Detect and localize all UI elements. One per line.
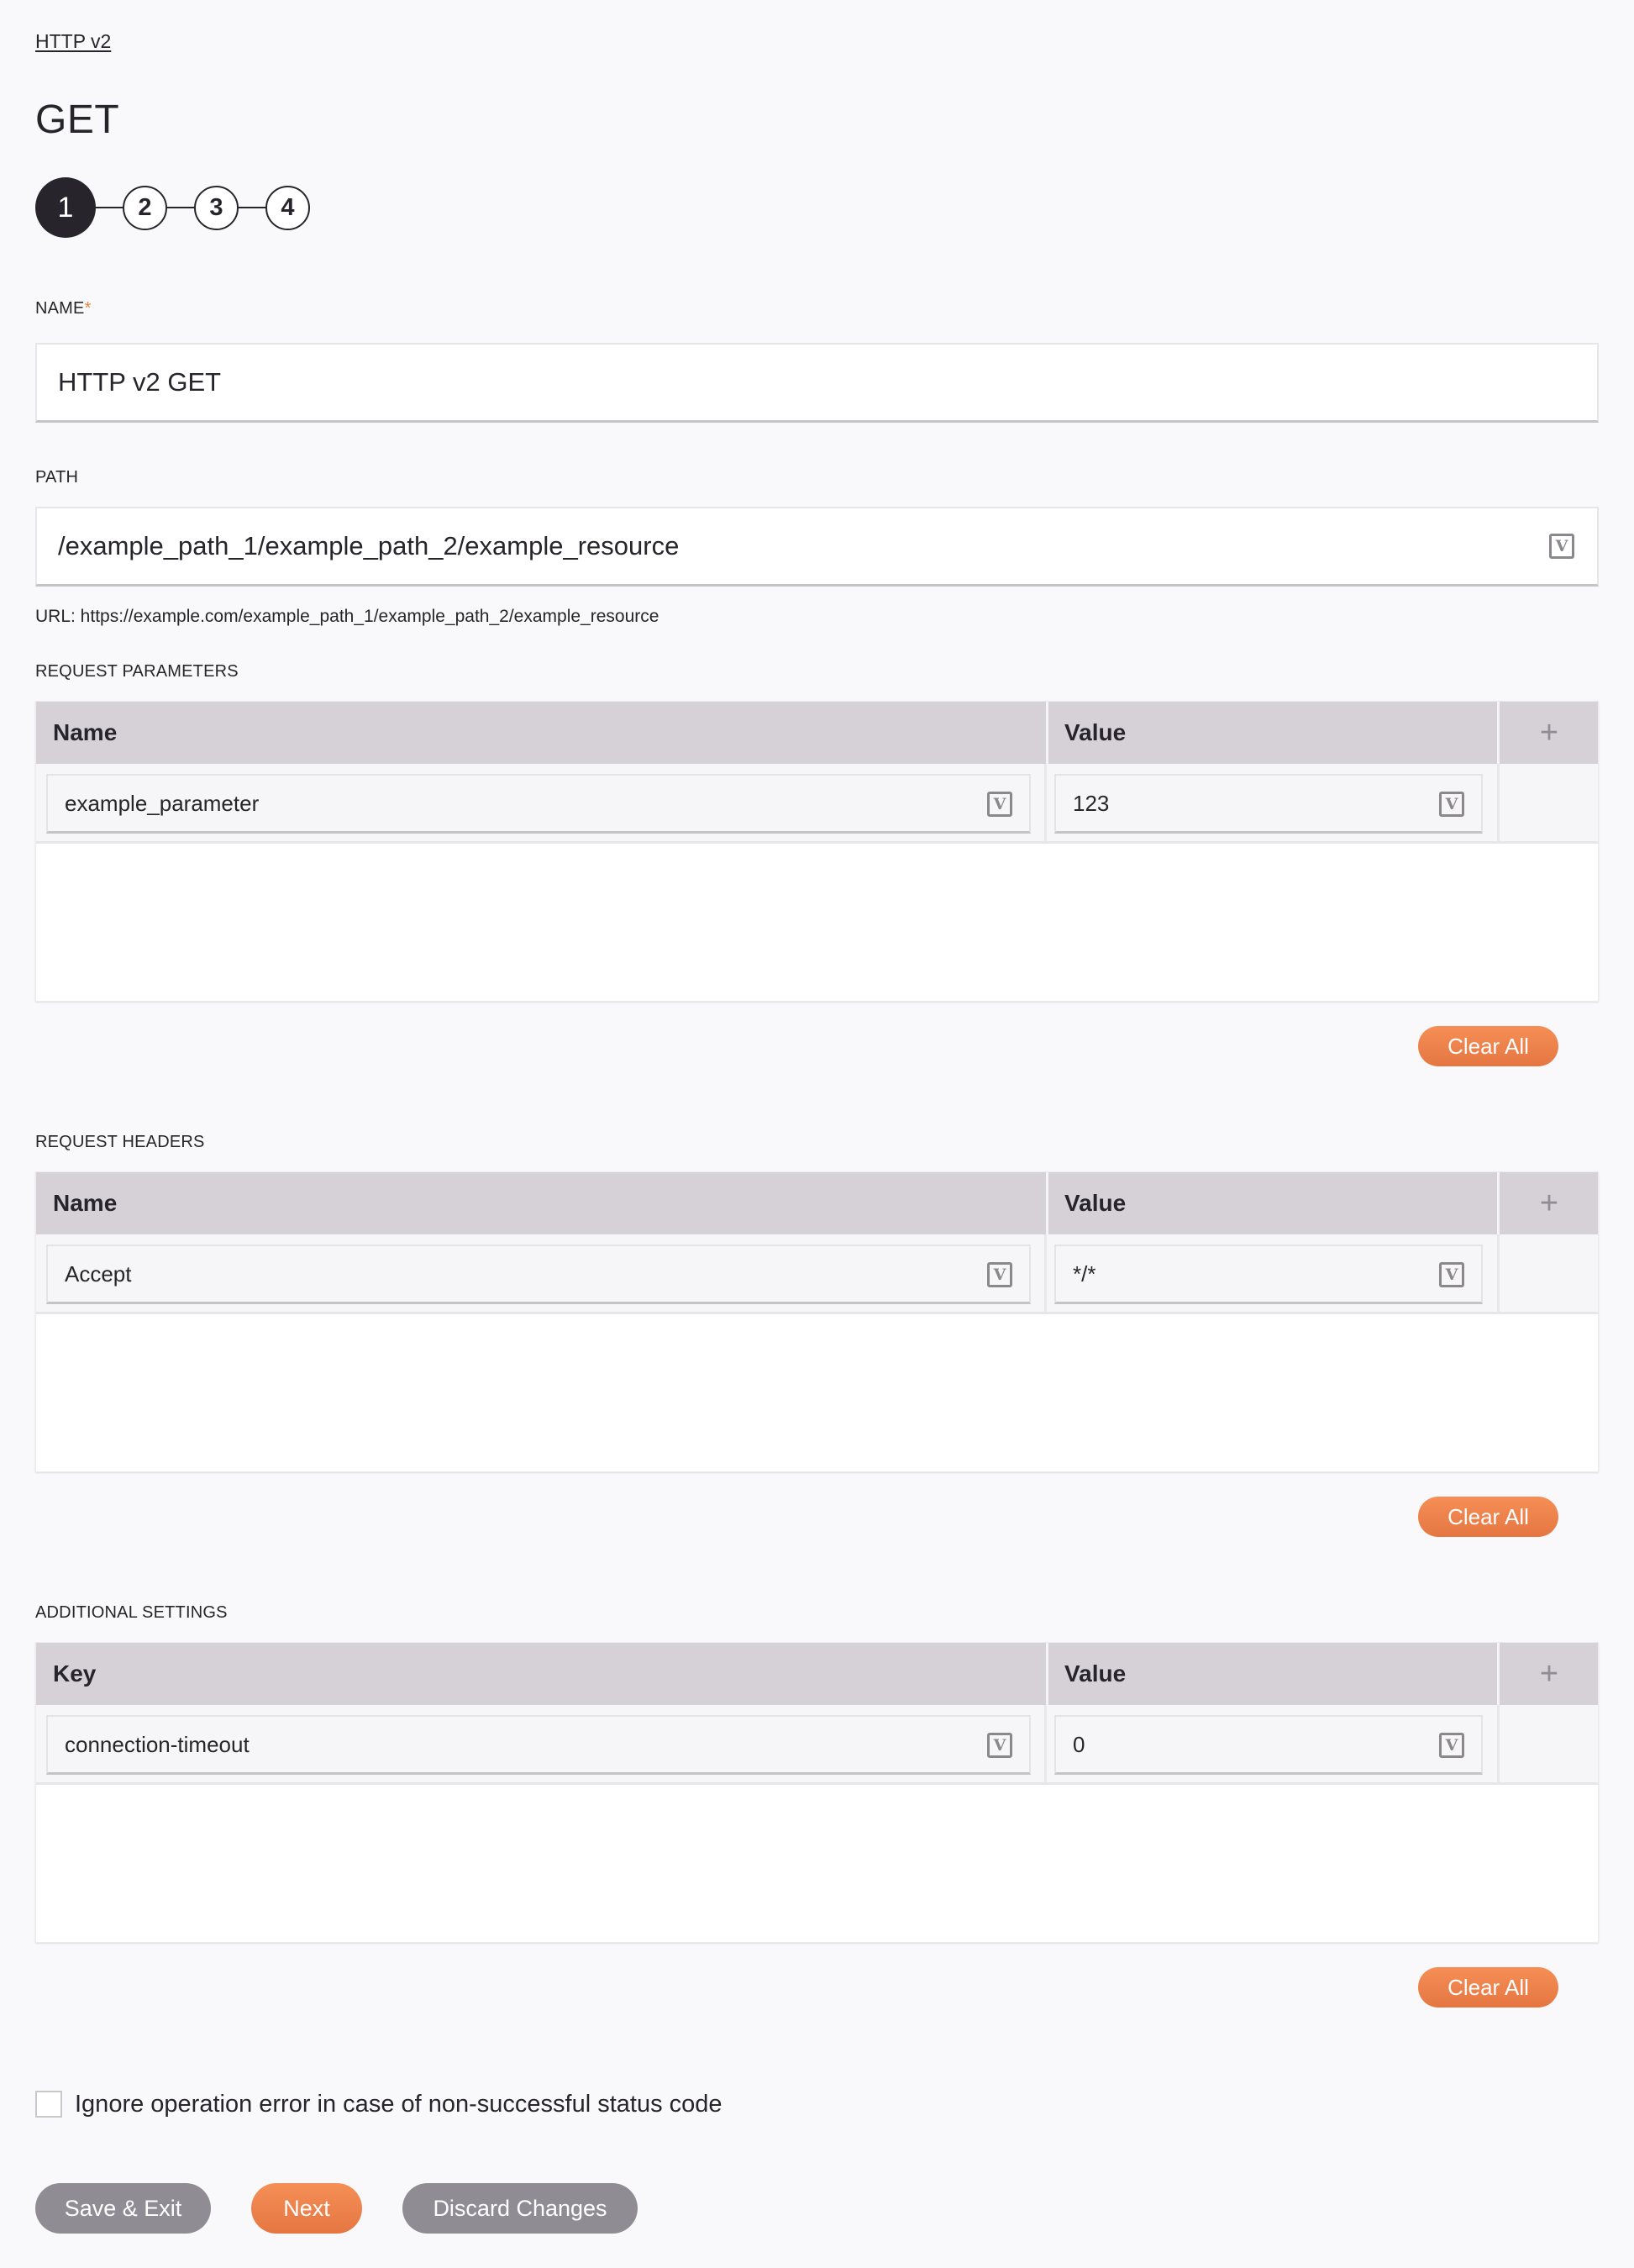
add-row-icon[interactable]: + xyxy=(1497,1172,1599,1234)
parameter-name-input[interactable]: example_parameter V xyxy=(46,774,1031,834)
step-2[interactable]: 2 xyxy=(123,185,167,230)
step-3[interactable]: 3 xyxy=(194,185,239,230)
value-cell: */* V xyxy=(1044,1234,1497,1312)
table-header: Key Value + xyxy=(36,1643,1598,1705)
variable-icon[interactable]: V xyxy=(1439,792,1464,817)
stepper: 1 2 3 4 xyxy=(35,177,310,238)
path-label: PATH xyxy=(35,468,79,487)
name-input-value: HTTP v2 GET xyxy=(58,367,222,397)
step-connector xyxy=(239,207,265,208)
header-name-value: Accept xyxy=(65,1260,132,1287)
actions-cell xyxy=(1497,764,1599,841)
setting-key-value: connection-timeout xyxy=(65,1731,250,1757)
column-header-value: Value xyxy=(1046,1172,1496,1234)
table-row: example_parameter V 123 V xyxy=(36,764,1598,844)
path-input[interactable]: /example_path_1/example_path_2/example_r… xyxy=(35,507,1599,587)
table-row: Accept V */* V xyxy=(36,1234,1598,1314)
setting-value-input[interactable]: 0 V xyxy=(1054,1715,1483,1775)
variable-icon[interactable]: V xyxy=(987,1262,1012,1287)
variable-icon[interactable]: V xyxy=(987,792,1012,817)
variable-icon[interactable]: V xyxy=(987,1733,1012,1758)
column-header-name: Name xyxy=(53,1190,118,1216)
column-header-name: Name xyxy=(53,719,118,745)
discard-changes-button[interactable]: Discard Changes xyxy=(402,2183,638,2234)
required-marker: * xyxy=(84,299,92,318)
actions-cell xyxy=(1497,1234,1599,1312)
column-header-value: Value xyxy=(1046,1643,1496,1705)
header-value-value: */* xyxy=(1073,1260,1096,1287)
variable-icon[interactable]: V xyxy=(1439,1733,1464,1758)
column-header-value: Value xyxy=(1046,702,1496,764)
value-cell: 123 V xyxy=(1044,764,1497,841)
add-row-icon[interactable]: + xyxy=(1497,1643,1599,1705)
value-cell: 0 V xyxy=(1044,1705,1497,1782)
step-4[interactable]: 4 xyxy=(265,185,310,230)
header-value-input[interactable]: */* V xyxy=(1054,1245,1483,1304)
additional-settings-label: ADDITIONAL SETTINGS xyxy=(35,1603,228,1622)
clear-all-parameters-button[interactable]: Clear All xyxy=(1418,1026,1558,1066)
column-header-key: Key xyxy=(53,1660,97,1687)
clear-all-headers-button[interactable]: Clear All xyxy=(1418,1497,1558,1537)
variable-icon[interactable]: V xyxy=(1549,534,1574,559)
table-row: connection-timeout V 0 V xyxy=(36,1705,1598,1785)
next-button[interactable]: Next xyxy=(251,2183,362,2234)
setting-key-input[interactable]: connection-timeout V xyxy=(46,1715,1031,1775)
save-exit-button[interactable]: Save & Exit xyxy=(35,2183,211,2234)
ignore-error-label[interactable]: Ignore operation error in case of non-su… xyxy=(75,2091,722,2118)
name-cell: example_parameter V xyxy=(36,764,1044,841)
name-label: NAME* xyxy=(35,299,92,318)
variable-icon[interactable]: V xyxy=(1439,1262,1464,1287)
add-row-icon[interactable]: + xyxy=(1497,702,1599,764)
header-name-input[interactable]: Accept V xyxy=(46,1245,1031,1304)
parameter-value-input[interactable]: 123 V xyxy=(1054,774,1483,834)
table-header: Name Value + xyxy=(36,702,1598,764)
parameter-value-value: 123 xyxy=(1073,790,1110,816)
additional-settings-table: Key Value + connection-timeout V 0 V xyxy=(35,1642,1599,1943)
url-preview: URL: https://example.com/example_path_1/… xyxy=(35,607,659,626)
name-label-text: NAME xyxy=(35,299,85,318)
request-headers-table: Name Value + Accept V */* V xyxy=(35,1171,1599,1472)
parameter-name-value: example_parameter xyxy=(65,790,260,816)
clear-all-settings-button[interactable]: Clear All xyxy=(1418,1967,1558,2008)
request-parameters-label: REQUEST PARAMETERS xyxy=(35,662,239,681)
request-headers-label: REQUEST HEADERS xyxy=(35,1133,205,1151)
step-connector xyxy=(96,207,123,208)
step-connector xyxy=(167,207,194,208)
actions-cell xyxy=(1497,1705,1599,1782)
request-parameters-table: Name Value + example_parameter V 123 V xyxy=(35,701,1599,1002)
table-header: Name Value + xyxy=(36,1172,1598,1234)
ignore-error-checkbox[interactable] xyxy=(35,2091,62,2118)
setting-value-value: 0 xyxy=(1073,1731,1085,1757)
step-1[interactable]: 1 xyxy=(35,177,96,238)
key-cell: connection-timeout V xyxy=(36,1705,1044,1782)
name-input[interactable]: HTTP v2 GET xyxy=(35,343,1599,423)
page-title: GET xyxy=(35,97,120,142)
path-input-value: /example_path_1/example_path_2/example_r… xyxy=(58,531,680,560)
breadcrumb-link[interactable]: HTTP v2 xyxy=(35,30,111,53)
name-cell: Accept V xyxy=(36,1234,1044,1312)
